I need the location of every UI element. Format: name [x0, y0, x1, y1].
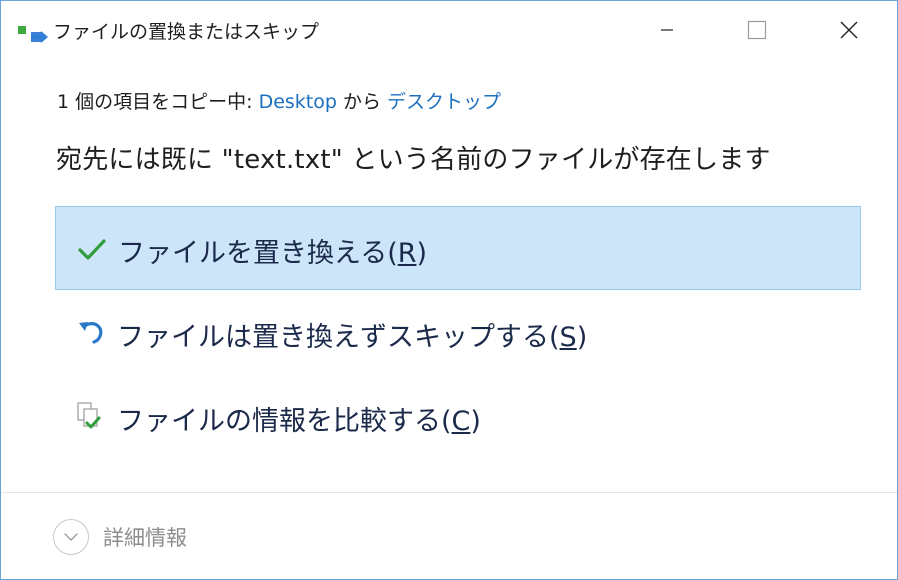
- details-expand-button[interactable]: [53, 519, 89, 555]
- close-button[interactable]: [803, 1, 895, 59]
- minimize-button[interactable]: [621, 1, 713, 59]
- compare-files-icon: [77, 402, 101, 429]
- replace-file-option[interactable]: ファイルを置き換える(R): [55, 206, 861, 290]
- undo-arrow-icon: [79, 322, 103, 344]
- more-details-toggle[interactable]: 詳細情報: [53, 519, 187, 555]
- destination-link[interactable]: デスクトップ: [387, 91, 501, 113]
- skip-file-option[interactable]: ファイルは置き換えずスキップする(S): [55, 291, 861, 375]
- compare-info-label: ファイルの情報を比較する(C): [117, 406, 481, 437]
- progress-prefix: 1 個の項目をコピー中:: [57, 91, 259, 113]
- window-title: ファイルの置換またはスキップ: [53, 21, 320, 43]
- progress-middle: から: [336, 91, 388, 113]
- copy-files-app-icon: [18, 26, 48, 43]
- title-bar[interactable]: ファイルの置換またはスキップ: [1, 1, 897, 59]
- conflict-message: 宛先には既に "text.txt" という名前のファイルが存在します: [56, 145, 771, 175]
- copy-progress-text: 1 個の項目をコピー中: Desktop から デスクトップ: [57, 87, 501, 114]
- chevron-down-icon: [64, 533, 78, 541]
- footer-divider: [1, 492, 897, 493]
- compare-info-option[interactable]: ファイルの情報を比較する(C): [55, 375, 861, 459]
- source-link[interactable]: Desktop: [259, 91, 337, 113]
- replace-file-label: ファイルを置き換える(R): [118, 238, 428, 269]
- skip-file-label: ファイルは置き換えずスキップする(S): [117, 322, 588, 353]
- minimize-icon: [661, 29, 673, 31]
- checkmark-icon: [78, 239, 106, 260]
- maximize-button[interactable]: [711, 1, 803, 59]
- replace-skip-dialog: ファイルの置換またはスキップ 1 個の項目をコピー中: Desktop から デ…: [0, 0, 898, 580]
- more-details-label[interactable]: 詳細情報: [103, 522, 187, 552]
- maximize-icon: [747, 20, 767, 40]
- close-icon: [840, 21, 858, 39]
